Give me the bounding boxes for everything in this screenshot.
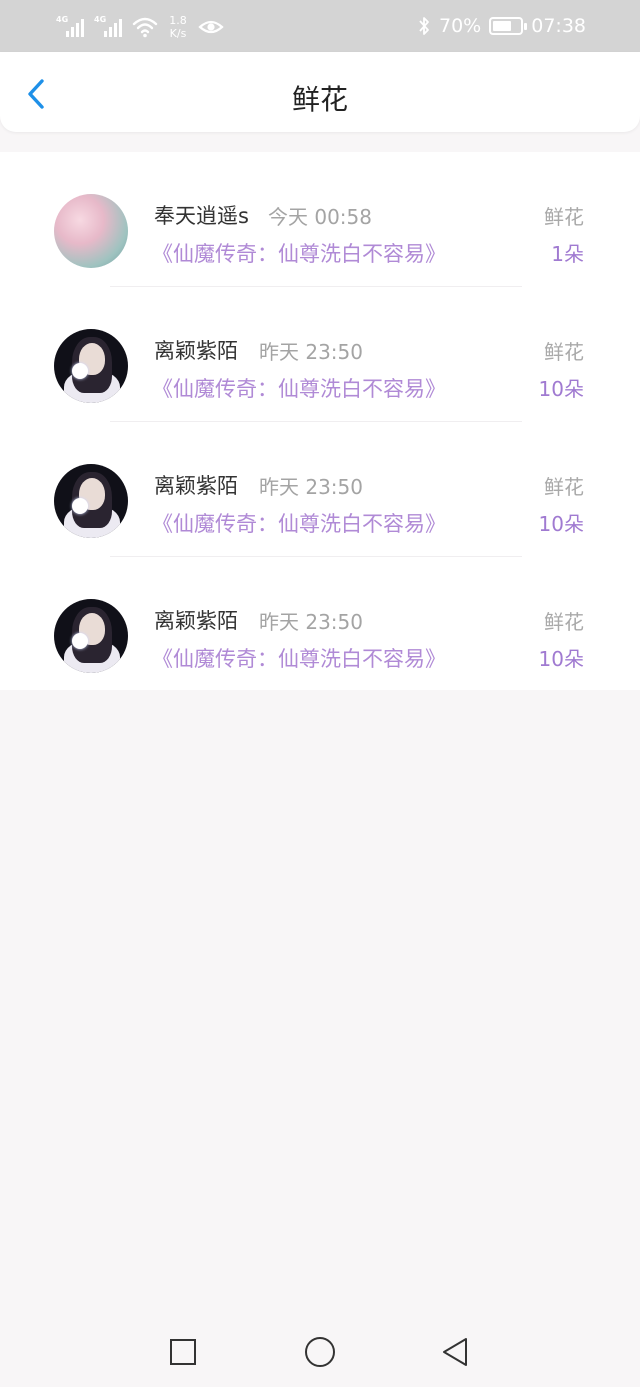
gift-count: 10朵 xyxy=(538,512,584,536)
battery-percent: 70% xyxy=(439,15,482,37)
user-name[interactable]: 离颖紫陌 xyxy=(154,470,238,500)
battery-fill xyxy=(493,21,512,31)
user-name[interactable]: 离颖紫陌 xyxy=(154,335,238,365)
home-button[interactable] xyxy=(303,1335,337,1369)
gift-count: 1朵 xyxy=(551,242,584,266)
network-speed: 1.8 K/s xyxy=(166,14,190,40)
record-time: 昨天 23:50 xyxy=(259,340,363,364)
status-right: 70% 07:38 xyxy=(417,10,586,42)
clock: 07:38 xyxy=(531,15,586,37)
gift-count: 10朵 xyxy=(538,647,584,671)
book-title[interactable]: 《仙魔传奇：仙尊洗白不容易》 xyxy=(152,373,446,403)
gift-type: 鲜花 xyxy=(544,475,584,499)
book-title[interactable]: 《仙魔传奇：仙尊洗白不容易》 xyxy=(152,643,446,673)
bluetooth-icon xyxy=(419,17,429,35)
avatar[interactable] xyxy=(54,194,128,268)
record-time: 今天 00:58 xyxy=(268,205,372,229)
nav-back-button[interactable] xyxy=(438,1335,472,1369)
signal-icon: 4G xyxy=(94,15,124,39)
gift-type: 鲜花 xyxy=(544,205,584,229)
flower-record-list: 奉天逍遥s 今天 00:58 《仙魔传奇：仙尊洗白不容易》 鲜花 1朵 离颖紫陌… xyxy=(0,152,640,690)
avatar[interactable] xyxy=(54,329,128,403)
wifi-icon xyxy=(132,17,158,38)
avatar[interactable] xyxy=(54,599,128,673)
triangle-back-icon xyxy=(443,1338,467,1366)
avatar[interactable] xyxy=(54,464,128,538)
book-title[interactable]: 《仙魔传奇：仙尊洗白不容易》 xyxy=(152,508,446,538)
list-item[interactable]: 离颖紫陌 昨天 23:50 《仙魔传奇：仙尊洗白不容易》 鲜花 10朵 xyxy=(0,287,640,422)
list-item[interactable]: 奉天逍遥s 今天 00:58 《仙魔传奇：仙尊洗白不容易》 鲜花 1朵 xyxy=(0,152,640,287)
record-time: 昨天 23:50 xyxy=(259,610,363,634)
signal-icon: 4G xyxy=(56,15,86,39)
system-nav-bar xyxy=(0,1317,640,1387)
list-item[interactable]: 离颖紫陌 昨天 23:50 《仙魔传奇：仙尊洗白不容易》 鲜花 10朵 xyxy=(0,557,640,692)
eye-icon xyxy=(198,20,224,34)
book-title[interactable]: 《仙魔传奇：仙尊洗白不容易》 xyxy=(152,238,446,268)
header: 鲜花 xyxy=(0,52,640,132)
gift-type: 鲜花 xyxy=(544,610,584,634)
list-item[interactable]: 离颖紫陌 昨天 23:50 《仙魔传奇：仙尊洗白不容易》 鲜花 10朵 xyxy=(0,422,640,557)
user-name[interactable]: 离颖紫陌 xyxy=(154,605,238,635)
gift-type: 鲜花 xyxy=(544,340,584,364)
battery-icon xyxy=(489,17,528,35)
speed-unit: K/s xyxy=(169,27,187,40)
user-name[interactable]: 奉天逍遥s xyxy=(154,200,249,230)
status-bar: 4G 4G 1.8 K/s 70% 07:38 xyxy=(0,0,640,52)
recent-apps-button[interactable] xyxy=(166,1335,200,1369)
page-title: 鲜花 xyxy=(291,83,348,116)
speed-value: 1.8 xyxy=(169,14,187,27)
circle-icon xyxy=(305,1337,335,1367)
record-time: 昨天 23:50 xyxy=(259,475,363,499)
square-icon xyxy=(170,1339,196,1365)
status-left: 4G 4G 1.8 K/s xyxy=(56,10,224,44)
gift-count: 10朵 xyxy=(538,377,584,401)
